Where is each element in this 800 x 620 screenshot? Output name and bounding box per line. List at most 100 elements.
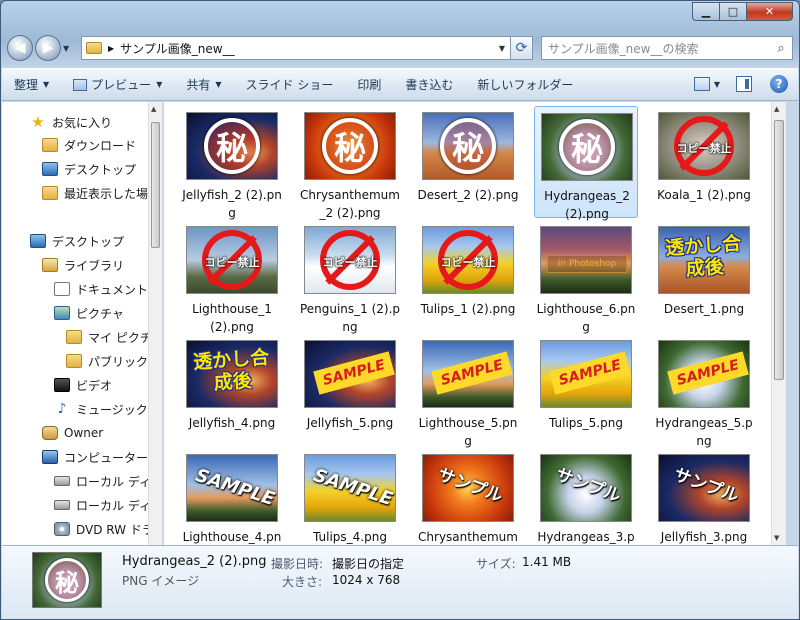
nav-item-desktop-fav[interactable]: デスクトップ (42, 159, 136, 179)
nav-item-documents[interactable]: ドキュメント (54, 279, 148, 299)
file-item[interactable]: サンプル Hydrangeas_3.png (534, 448, 638, 545)
scroll-down-icon[interactable]: ▼ (774, 534, 779, 542)
burn-button[interactable]: 書き込む (405, 76, 453, 93)
file-item[interactable]: 秘 Desert_2 (2).png (416, 106, 520, 218)
nav-label: ミュージック (76, 402, 148, 417)
caption-buttons: ▁ □ ✕ (692, 2, 793, 21)
file-item[interactable]: SAMPLE Jellyfish_5.png (298, 334, 402, 446)
nav-label: Owner (64, 426, 104, 440)
thumbnail: コピー禁止 (422, 226, 514, 294)
nav-scroll-thumb[interactable] (151, 122, 160, 248)
back-button[interactable]: ◀ (7, 35, 33, 61)
preview-pane-icon[interactable] (736, 76, 752, 92)
search-icon[interactable]: ⌕ (770, 41, 792, 56)
refresh-button[interactable]: ⟳ (511, 36, 533, 60)
nav-label: ライブラリ (64, 258, 125, 273)
recent-places-icon (42, 186, 58, 200)
file-item[interactable]: 透かし合成後 Jellyfish_4.png (180, 334, 284, 446)
sample-kana-watermark: サンプル (553, 464, 624, 507)
documents-icon (54, 282, 70, 296)
nav-item-computer[interactable]: コンピューター (42, 447, 148, 467)
nav-item-library[interactable]: ライブラリ (42, 255, 124, 275)
desktop-icon (42, 162, 58, 176)
file-item[interactable]: コピー禁止 Penguins_1 (2).png (298, 220, 402, 334)
thumbnail: SAMPLE (304, 454, 396, 522)
breadcrumb-current-folder[interactable]: サンプル画像_new__ (120, 40, 494, 57)
search-placeholder: サンプル画像_new__の検索 (548, 41, 699, 56)
file-item[interactable]: サンプル Jellyfish_3.png (652, 448, 756, 545)
search-input[interactable]: サンプル画像_new__の検索 ⌕ (541, 36, 793, 60)
secret-stamp-icon: 秘 (559, 119, 615, 175)
file-item[interactable]: 秘 Chrysanthemum_2 (2).png (298, 106, 402, 220)
help-icon[interactable]: ? (770, 75, 788, 93)
breadcrumb-chevron-icon[interactable]: ▶ (108, 44, 114, 53)
address-history-dropdown[interactable]: ▼ (494, 44, 510, 53)
nav-item-local-c[interactable]: ローカル ディスク (C:) (54, 471, 162, 491)
drive-icon (54, 476, 70, 486)
file-item[interactable]: SAMPLE Lighthouse_4.png (180, 448, 284, 545)
nav-scrollbar[interactable]: ▲ (148, 102, 162, 545)
file-item[interactable]: サンプル Chrysanthemum_4.png (416, 448, 520, 545)
print-button[interactable]: 印刷 (357, 76, 381, 93)
folder-icon (86, 42, 102, 54)
new-folder-button[interactable]: 新しいフォルダー (477, 76, 573, 93)
file-item[interactable]: SAMPLE Hydrangeas_5.png (652, 334, 756, 448)
chevron-down-icon: ▼ (215, 80, 222, 89)
nav-label: ピクチャ (76, 306, 124, 321)
sample-banner: SAMPLE (313, 351, 395, 395)
forward-button[interactable]: ▶ (35, 35, 61, 61)
nav-item-recent[interactable]: 最近表示した場所 (42, 183, 160, 203)
nav-item-dvd[interactable]: DVD RW ドライブ (54, 519, 162, 539)
drive-icon (54, 500, 70, 510)
maximize-button[interactable]: □ (719, 2, 746, 21)
slideshow-button[interactable]: スライド ショー (246, 76, 334, 93)
sample-banner: SAMPLE (667, 351, 749, 395)
nav-item-local-d[interactable]: ローカル ディスク (D:) (54, 495, 162, 515)
thumbnail: 秘 (304, 112, 396, 180)
thumbnail: コピー禁止 (304, 226, 396, 294)
file-item[interactable]: SAMPLE Tulips_5.png (534, 334, 638, 446)
file-item[interactable]: 透かし合成後 Desert_1.png (652, 220, 756, 332)
scroll-up-icon[interactable]: ▲ (151, 105, 156, 113)
dimensions-label: 大きさ: (282, 575, 323, 589)
nav-item-music[interactable]: ♪ ミュージック (54, 399, 148, 419)
close-button[interactable]: ✕ (746, 2, 793, 21)
address-bar[interactable]: ▶ サンプル画像_new__ ▼ (81, 36, 511, 60)
nav-item-favorites[interactable]: ★ お気に入り (30, 112, 112, 132)
nav-item-owner[interactable]: Owner (42, 423, 103, 443)
file-item[interactable]: SAMPLE Tulips_4.png (298, 448, 402, 545)
minimize-button[interactable]: ▁ (692, 2, 719, 21)
view-options-dropdown[interactable]: ▼ (714, 80, 720, 89)
nav-item-videos[interactable]: ビデオ (54, 375, 112, 395)
folder-icon (66, 354, 82, 368)
file-item-selected[interactable]: 秘 Hydrangeas_2 (2).png (534, 106, 638, 221)
nav-item-pictures[interactable]: ピクチャ (54, 303, 124, 323)
file-item[interactable]: コピー禁止 Koala_1 (2).png (652, 106, 756, 218)
file-item[interactable]: コピー禁止 Tulips_1 (2).png (416, 220, 520, 332)
recent-pages-dropdown[interactable]: ▼ (63, 44, 75, 53)
file-list-scroll-thumb[interactable] (774, 120, 784, 380)
file-item[interactable]: In Photoshop Lighthouse_6.png (534, 220, 638, 334)
chevron-down-icon: ▼ (43, 80, 50, 89)
preview-label: プレビュー (91, 78, 152, 92)
scroll-up-icon[interactable]: ▲ (774, 105, 779, 113)
file-item[interactable]: SAMPLE Lighthouse_5.png (416, 334, 520, 448)
nav-label: ビデオ (76, 378, 113, 393)
folder-icon (66, 330, 82, 344)
organize-button[interactable]: 整理 ▼ (14, 76, 49, 93)
nav-label: ドキュメント (76, 282, 149, 297)
copy-ban-text: コピー禁止 (322, 256, 378, 269)
date-value[interactable]: 撮影日の指定 (332, 555, 404, 572)
share-button[interactable]: 共有 ▼ (186, 76, 221, 93)
preview-button[interactable]: プレビュー ▼ (73, 76, 162, 93)
change-view-icon[interactable] (693, 77, 710, 91)
command-bar: 整理 ▼ プレビュー ▼ 共有 ▼ スライド ショー 印刷 書き込む 新しいフォルダー… (2, 68, 798, 101)
file-item[interactable]: 秘 Jellyfish_2 (2).png (180, 106, 284, 220)
sample-watermark: SAMPLE (192, 464, 278, 511)
watermark-text: 透かし合成後 (192, 346, 270, 395)
nav-item-downloads[interactable]: ダウンロード (42, 135, 136, 155)
nav-item-desktop[interactable]: デスクトップ (30, 231, 124, 251)
file-list-scrollbar[interactable]: ▲ ▼ (771, 102, 786, 545)
file-item[interactable]: コピー禁止 Lighthouse_1 (2).png (180, 220, 284, 334)
secret-stamp-icon: 秘 (204, 118, 260, 174)
